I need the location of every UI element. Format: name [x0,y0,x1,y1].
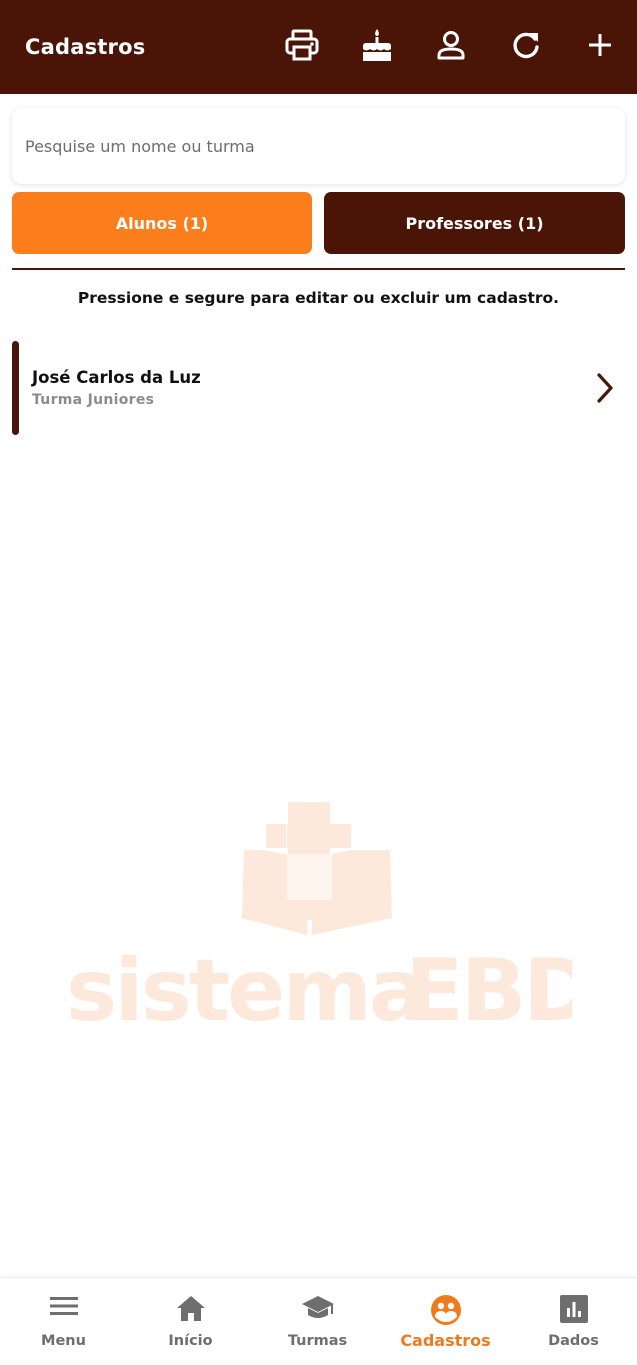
page-title: Cadastros [25,35,146,59]
profile-button[interactable] [431,25,471,65]
list-item[interactable]: José Carlos da Luz Turma Juniores [12,341,625,435]
refresh-icon [511,30,541,60]
nav-label-cadastros: Cadastros [400,1331,491,1350]
refresh-button[interactable] [506,25,546,65]
nav-item-turmas[interactable]: Turmas [254,1278,381,1365]
hint-text: Pressione e segure para editar ou exclui… [77,289,560,307]
app-bar: Cadastros [0,0,637,94]
nav-item-cadastros[interactable]: Cadastros [382,1278,509,1365]
nav-label-inicio: Início [168,1333,213,1349]
tab-professores[interactable]: Professores (1) [324,192,625,254]
nav-item-menu[interactable]: Menu [0,1278,127,1365]
nav-label-menu: Menu [41,1333,86,1349]
person-icon [436,30,466,60]
list-item-subtitle: Turma Juniores [32,392,155,408]
tab-alunos[interactable]: Alunos (1) [12,192,312,254]
watermark-text-bold: EBD [405,941,572,1030]
chevron-right-icon [595,372,615,408]
divider [12,268,625,270]
people-icon [430,1294,462,1330]
nav-label-dados: Dados [548,1333,599,1349]
nav-item-dados[interactable]: Dados [510,1278,637,1365]
watermark-text-light: sistema [66,941,424,1030]
print-button[interactable] [282,25,322,65]
print-icon [285,29,319,61]
add-button[interactable] [580,25,620,65]
bar-chart-icon [559,1294,589,1328]
home-icon [176,1294,206,1326]
list-item-accent-bar [12,341,19,435]
nav-item-inicio[interactable]: Início [127,1278,254,1365]
list-item-name: José Carlos da Luz [32,368,201,387]
watermark-logo: sistema EBD [62,798,595,1041]
graduation-cap-icon [301,1294,335,1326]
search-box [12,108,625,184]
menu-icon [49,1294,79,1322]
plus-icon [587,32,613,58]
nav-label-turmas: Turmas [287,1333,348,1349]
search-input[interactable] [12,108,625,184]
bottom-nav: Menu Início Turmas Cadastros Dados [0,1277,637,1365]
birthday-button[interactable] [357,25,397,65]
birthday-cake-icon [361,28,393,62]
